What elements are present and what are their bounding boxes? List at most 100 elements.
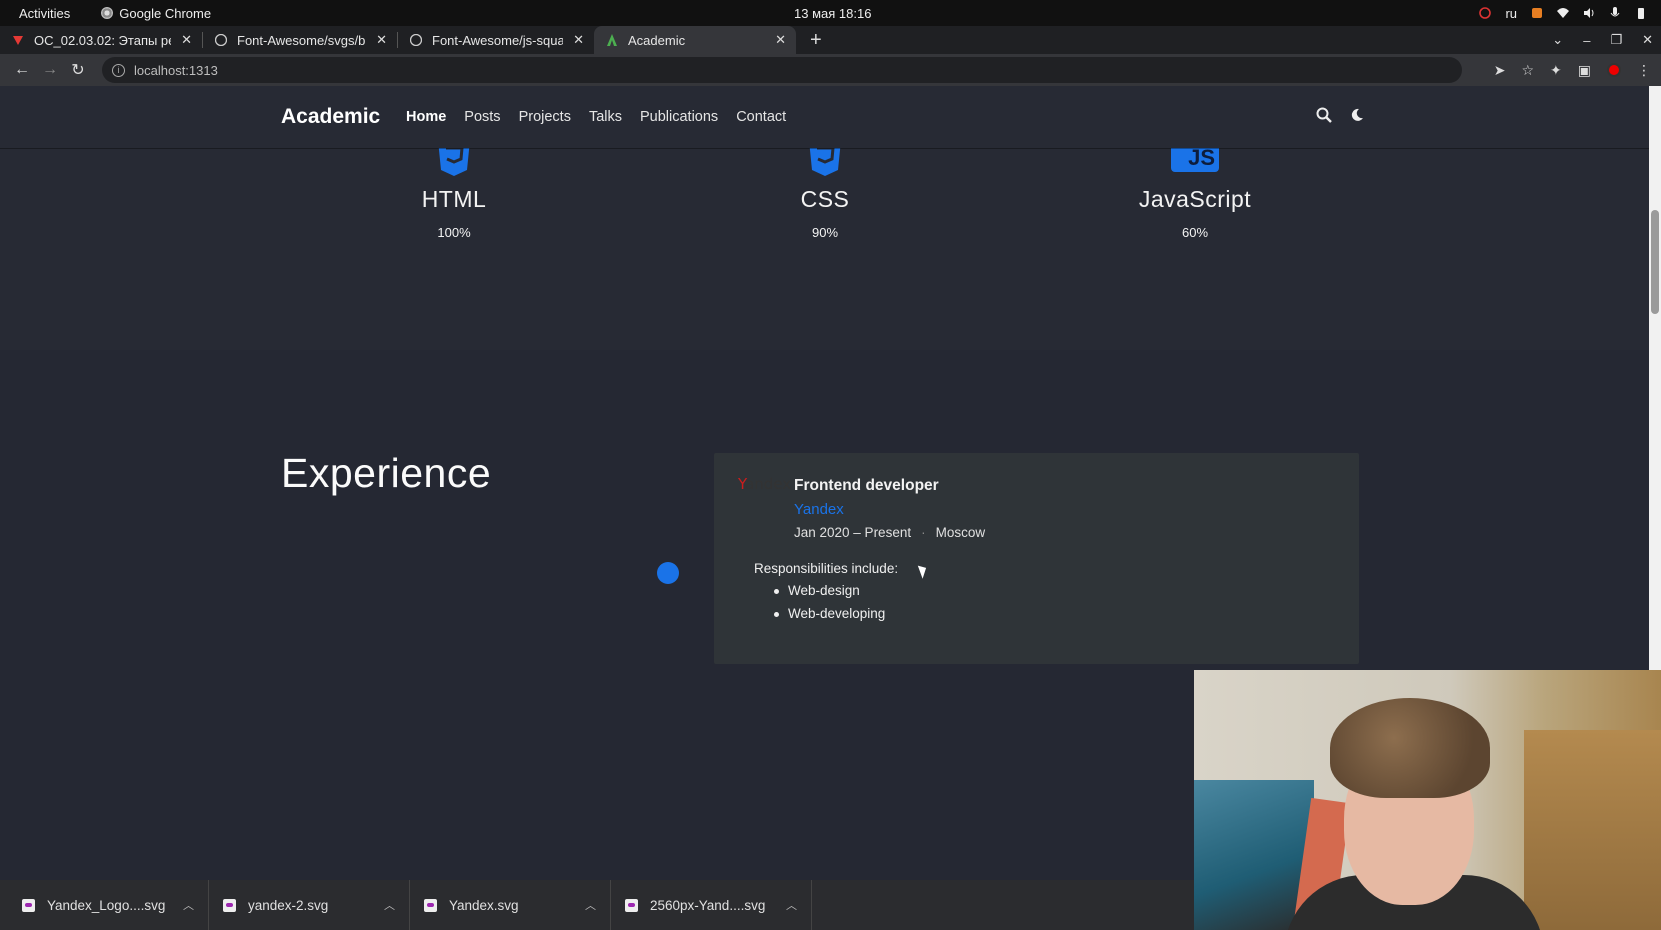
nav-link-posts[interactable]: Posts: [464, 109, 500, 125]
info-icon[interactable]: i: [112, 63, 125, 77]
download-item[interactable]: yandex-2.svg ︿: [209, 880, 410, 930]
download-item[interactable]: Yandex_Logo....svg ︿: [8, 880, 209, 930]
download-item[interactable]: Yandex.svg ︿: [410, 880, 611, 930]
skill-name: CSS: [800, 186, 850, 212]
reload-icon[interactable]: ↻: [64, 60, 92, 80]
url-text: localhost:1313: [134, 62, 218, 78]
nav-link-projects[interactable]: Projects: [519, 109, 571, 125]
nav-link-publications[interactable]: Publications: [640, 109, 718, 125]
list-item: Web-design: [773, 583, 885, 598]
keyboard-layout[interactable]: ru: [1505, 6, 1517, 21]
sync-icon: [1479, 7, 1492, 19]
job-meta: Jan 2020 – Present · Moscow: [794, 525, 985, 540]
github-icon: [214, 33, 228, 47]
red-logo-icon: [12, 34, 24, 46]
svg-file-icon: [625, 898, 638, 912]
wifi-icon: [1557, 7, 1569, 19]
tab-search-chevron-icon[interactable]: ⌄: [1552, 32, 1563, 48]
download-item[interactable]: 2560px-Yand....svg ︿: [611, 880, 812, 930]
site-navbar: Academic Home Posts Projects Talks Publi…: [0, 86, 1649, 148]
experience-card: Yandex Frontend developer Yandex Jan 202…: [714, 453, 1359, 664]
new-tab-button[interactable]: +: [810, 29, 822, 52]
restore-icon[interactable]: ❐: [1610, 32, 1622, 48]
forward-arrow-icon[interactable]: →: [36, 61, 64, 79]
skill-name: HTML: [421, 186, 487, 212]
skill-javascript: JS JavaScript 60%: [1095, 140, 1295, 240]
chrome-icon: [101, 7, 114, 19]
skill-percent: 60%: [1181, 225, 1209, 240]
timeline-dot: [657, 562, 679, 584]
activities-button[interactable]: Activities: [19, 6, 70, 21]
dark-mode-moon-icon[interactable]: [1350, 108, 1364, 127]
system-tray[interactable]: ru: [1479, 6, 1647, 21]
microphone-icon: [1609, 7, 1621, 19]
skill-percent: 90%: [811, 225, 839, 240]
tab-title: Academic: [628, 32, 686, 48]
company-logo: Yandex: [738, 475, 792, 493]
browser-tab-0[interactable]: ОС_02.03.02: Этапы реал ✕: [0, 26, 202, 54]
volume-icon: [1583, 7, 1595, 19]
close-window-icon[interactable]: ✕: [1642, 32, 1653, 48]
svg-file-icon: [424, 898, 437, 912]
github-icon: [409, 33, 423, 47]
update-icon: [1531, 7, 1543, 19]
company-link[interactable]: Yandex: [794, 501, 844, 518]
chevron-up-icon[interactable]: ︿: [585, 897, 596, 913]
tab-close-icon[interactable]: ✕: [573, 32, 584, 48]
battery-icon: [1635, 7, 1647, 19]
tab-title: Font-Awesome/svgs/bra: [237, 32, 367, 48]
send-icon[interactable]: ➤: [1494, 62, 1506, 79]
responsibilities-label: Responsibilities include:: [754, 561, 899, 576]
svg-file-icon: [22, 898, 35, 912]
list-item: Web-developing: [773, 606, 886, 621]
meta-separator: ·: [921, 525, 926, 540]
academic-icon: [606, 34, 618, 46]
responsibilities-list: Web-design Web-developing: [773, 583, 886, 629]
extensions-puzzle-icon[interactable]: ✦: [1550, 62, 1562, 79]
skill-css: CSS 90%: [725, 140, 925, 240]
back-arrow-icon[interactable]: ←: [8, 61, 36, 79]
browser-tab-2[interactable]: Font-Awesome/js-square ✕: [398, 26, 594, 54]
minimize-icon[interactable]: –: [1583, 33, 1590, 48]
tab-title: Font-Awesome/js-square: [432, 32, 564, 48]
browser-tab-3-active[interactable]: Academic ✕: [594, 26, 796, 54]
section-heading: Experience: [281, 450, 492, 496]
browser-toolbar: ← → ↻ i localhost:1313 ➤ ☆ ✦ ▣ ⋮: [0, 54, 1661, 86]
bookmark-star-icon[interactable]: ☆: [1521, 62, 1534, 79]
tab-close-icon[interactable]: ✕: [775, 32, 786, 48]
skill-name: JavaScript: [1138, 186, 1252, 212]
skill-percent: 100%: [437, 225, 471, 240]
webcam-furniture: [1524, 730, 1661, 930]
app-menu[interactable]: Google Chrome: [101, 6, 211, 21]
nav-link-home[interactable]: Home: [406, 109, 446, 125]
job-location: Moscow: [935, 525, 986, 540]
mouse-cursor-icon: [917, 563, 930, 579]
chevron-up-icon[interactable]: ︿: [183, 897, 194, 913]
kebab-menu-icon[interactable]: ⋮: [1637, 62, 1651, 79]
site-nav-links: Home Posts Projects Talks Publications C…: [406, 109, 786, 125]
svg-file-icon: [223, 898, 236, 912]
download-filename: Yandex_Logo....svg: [47, 897, 166, 913]
window-controls: ⌄ – ❐ ✕: [1552, 26, 1653, 54]
nav-link-talks[interactable]: Talks: [589, 109, 622, 125]
toolbar-actions: ➤ ☆ ✦ ▣ ⋮: [1494, 62, 1651, 79]
webcam-person-hair: [1330, 698, 1490, 798]
tab-strip: ОС_02.03.02: Этапы реал ✕ Font-Awesome/s…: [0, 26, 1661, 54]
address-bar[interactable]: i localhost:1313: [102, 57, 1462, 83]
search-icon[interactable]: [1316, 107, 1332, 128]
chevron-up-icon[interactable]: ︿: [786, 897, 797, 913]
nav-link-contact[interactable]: Contact: [736, 109, 786, 125]
side-panel-icon[interactable]: ▣: [1578, 62, 1591, 79]
os-top-bar: Activities Google Chrome 13 мая 18:16 ru: [0, 0, 1661, 26]
tab-close-icon[interactable]: ✕: [181, 32, 192, 48]
download-filename: yandex-2.svg: [248, 897, 329, 913]
browser-tab-1[interactable]: Font-Awesome/svgs/bra ✕: [203, 26, 397, 54]
tab-close-icon[interactable]: ✕: [376, 32, 387, 48]
chevron-up-icon[interactable]: ︿: [384, 897, 395, 913]
skills-section: HTML 100% CSS 90% JS JavaScript 60%: [0, 140, 1649, 338]
record-icon[interactable]: [1607, 63, 1621, 77]
scrollbar-thumb[interactable]: [1651, 210, 1659, 314]
clock[interactable]: 13 мая 18:16: [794, 6, 871, 21]
skill-html: HTML 100%: [354, 140, 554, 240]
site-brand[interactable]: Academic: [281, 105, 380, 129]
